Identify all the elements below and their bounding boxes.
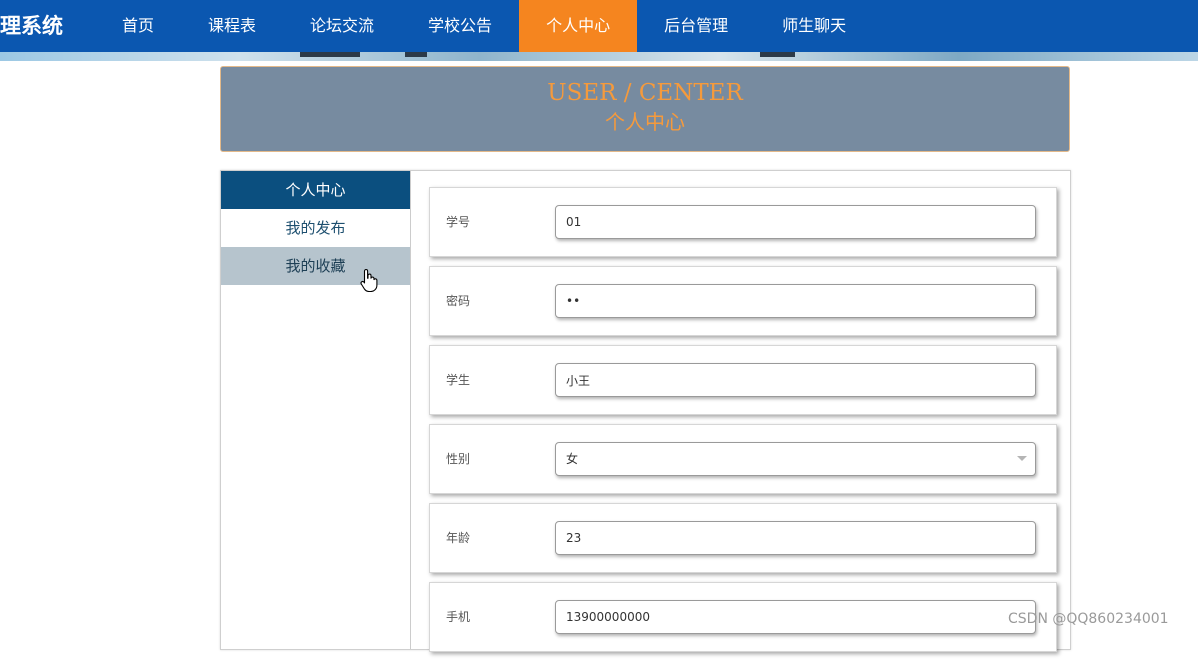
student-id-label: 学号 [446,215,471,229]
content-frame: 个人中心 我的发布 我的收藏 学号 密码 学生 性别 女 年龄 手机 [220,170,1071,652]
form-row-phone: 手机 [429,582,1057,652]
gender-select-value: 女 [566,452,579,466]
nav-item-forum[interactable]: 论坛交流 [283,0,401,52]
profile-form: 学号 密码 学生 性别 女 年龄 手机 [429,187,1057,661]
phone-input[interactable] [555,600,1036,634]
page-banner: USER / CENTER 个人中心 [220,66,1070,152]
hand-pointer-icon [360,268,378,292]
age-label: 年龄 [446,531,471,545]
nav-item-schedule[interactable]: 课程表 [181,0,283,52]
chevron-down-icon [1017,456,1027,461]
banner-title-en: USER / CENTER [547,80,743,106]
student-name-input[interactable] [555,363,1036,397]
form-row-gender: 性别 女 [429,424,1057,494]
sidebar-item-personal-center[interactable]: 个人中心 [221,171,410,209]
sidebar: 个人中心 我的发布 我的收藏 [221,171,411,649]
password-input[interactable] [555,284,1036,318]
form-row-student-id: 学号 [429,187,1057,257]
nav-item-chat[interactable]: 师生聊天 [755,0,873,52]
form-row-student-name: 学生 [429,345,1057,415]
student-id-input[interactable] [555,205,1036,239]
nav-item-announcements[interactable]: 学校公告 [401,0,519,52]
banner-title-cn: 个人中心 [605,110,685,134]
watermark: CSDN @QQ860234001 [1008,611,1169,627]
header-image-strip [0,52,1198,61]
password-label: 密码 [446,294,471,308]
sidebar-item-my-posts[interactable]: 我的发布 [221,209,410,247]
age-input[interactable] [555,521,1036,555]
form-row-password: 密码 [429,266,1057,336]
form-row-age: 年龄 [429,503,1057,573]
site-brand[interactable]: 理系统 [0,0,63,52]
student-name-label: 学生 [446,373,471,387]
phone-label: 手机 [446,610,471,624]
nav-item-personal-center[interactable]: 个人中心 [519,0,638,52]
gender-label: 性别 [446,452,471,466]
gender-select[interactable]: 女 [555,442,1036,476]
nav-item-home[interactable]: 首页 [95,0,181,52]
main-nav: 首页 课程表 论坛交流 学校公告 个人中心 后台管理 师生聊天 [95,0,873,52]
top-navbar: 理系统 首页 课程表 论坛交流 学校公告 个人中心 后台管理 师生聊天 [0,0,1198,52]
sidebar-item-my-favorites[interactable]: 我的收藏 [221,247,410,285]
nav-item-admin[interactable]: 后台管理 [637,0,755,52]
